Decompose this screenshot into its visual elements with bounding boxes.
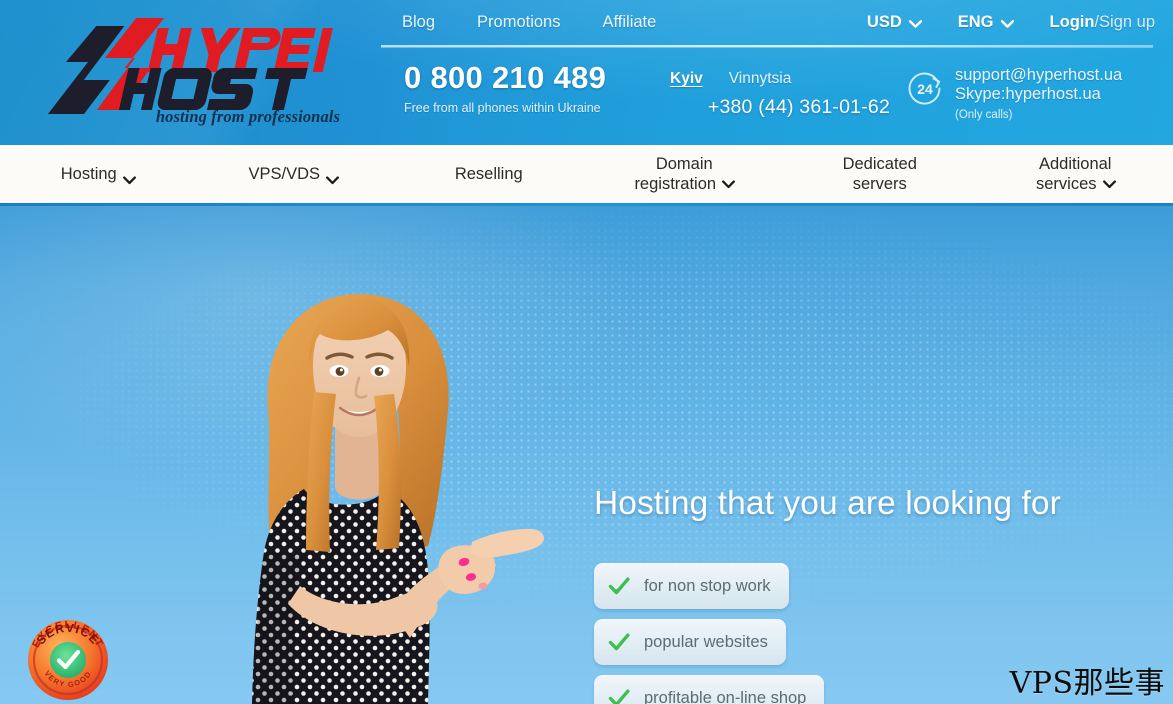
chevron-down-icon bbox=[908, 20, 922, 28]
feature-label: profitable on-line shop bbox=[644, 688, 807, 704]
client-manager-photo bbox=[252, 294, 544, 704]
top-link-affiliate[interactable]: Affiliate bbox=[602, 13, 656, 32]
nav-item-additional-services[interactable]: Additional services bbox=[978, 145, 1173, 203]
city-phone-block: Kyiv Vinnytsia +380 (44) 361-01-62 bbox=[670, 70, 890, 119]
nav-label-dedicated-line1: Dedicated bbox=[842, 154, 917, 173]
site-header: hosting from professionals Blog Promotio… bbox=[0, 0, 1173, 145]
nav-label-hosting: Hosting bbox=[60, 164, 117, 183]
check-icon bbox=[608, 687, 630, 704]
main-navigation: Hosting VPS/VDS Reselling Domain registr… bbox=[0, 145, 1173, 206]
check-icon bbox=[608, 631, 630, 653]
toll-free-note: Free from all phones within Ukraine bbox=[404, 100, 601, 115]
hero-section: Hosting that you are looking for for non… bbox=[0, 206, 1173, 704]
nav-label-vps-vds: VPS/VDS bbox=[248, 164, 321, 183]
world-map-dots-pattern bbox=[0, 206, 1173, 704]
header-divider bbox=[381, 45, 1153, 47]
city-tabs: Kyiv Vinnytsia bbox=[670, 70, 890, 88]
page-root: hosting from professionals Blog Promotio… bbox=[0, 0, 1173, 704]
feature-item: popular websites bbox=[594, 619, 786, 665]
excellent-service-badge: EXCELLENT SERVICE VERY GOOD bbox=[28, 619, 108, 700]
currency-label: USD bbox=[866, 13, 902, 31]
login-link[interactable]: Login bbox=[1050, 13, 1095, 31]
chevron-down-icon bbox=[722, 174, 736, 189]
feature-label: popular websites bbox=[644, 632, 768, 651]
nav-label-domain-line2: registration bbox=[634, 174, 736, 194]
site-logo[interactable]: hosting from professionals bbox=[42, 10, 342, 135]
header-top-links: Blog Promotions Affiliate bbox=[402, 13, 656, 32]
hero-glow bbox=[0, 206, 1173, 704]
nav-item-domain-registration[interactable]: Domain registration bbox=[587, 145, 783, 203]
hero-feature-list: for non stop work popular websites profi… bbox=[594, 563, 825, 704]
top-link-promotions[interactable]: Promotions bbox=[477, 13, 560, 32]
check-icon bbox=[608, 575, 630, 597]
city-tab-kyiv[interactable]: Kyiv bbox=[670, 70, 703, 88]
nav-item-dedicated-servers[interactable]: Dedicated servers bbox=[782, 145, 978, 203]
support-text: support@hyperhost.ua Skype:hyperhost.ua … bbox=[955, 66, 1122, 124]
nav-item-vps-vds[interactable]: VPS/VDS bbox=[196, 145, 392, 203]
logo-mark bbox=[47, 18, 333, 114]
24-hours-icon: 24 bbox=[906, 69, 944, 107]
nav-item-reselling[interactable]: Reselling bbox=[391, 145, 587, 203]
nav-label-reselling: Reselling bbox=[454, 164, 523, 183]
support-email[interactable]: support@hyperhost.ua bbox=[955, 66, 1122, 85]
language-selector[interactable]: ENG bbox=[957, 13, 1014, 32]
nav-label-additional-line1: Additional bbox=[1039, 154, 1112, 173]
toll-free-phone[interactable]: 0 800 210 489 Free from all phones withi… bbox=[404, 60, 654, 115]
feature-label: for non stop work bbox=[644, 576, 771, 595]
svg-text:24: 24 bbox=[917, 81, 933, 97]
nav-label-additional-line2: services bbox=[1036, 174, 1116, 194]
chevron-down-icon bbox=[122, 170, 136, 185]
currency-selector[interactable]: USD bbox=[866, 13, 922, 32]
signup-link[interactable]: Sign up bbox=[1099, 13, 1155, 31]
auth-links: Login/Sign up bbox=[1050, 13, 1155, 32]
chevron-down-icon bbox=[1000, 20, 1014, 28]
top-link-blog[interactable]: Blog bbox=[402, 13, 435, 32]
support-skype[interactable]: Skype:hyperhost.ua bbox=[955, 85, 1122, 104]
toll-free-number: 0 800 210 489 bbox=[404, 60, 607, 95]
watermark: VPS那些事 bbox=[1009, 666, 1165, 701]
nav-label-dedicated-line2: servers bbox=[852, 175, 907, 193]
language-label: ENG bbox=[957, 13, 994, 31]
nav-item-hosting[interactable]: Hosting bbox=[0, 145, 196, 203]
chevron-down-icon bbox=[1102, 174, 1116, 189]
feature-item: for non stop work bbox=[594, 563, 789, 609]
logo-tagline: hosting from professionals bbox=[155, 107, 340, 126]
chevron-down-icon bbox=[326, 170, 339, 185]
support-contacts: 24 support@hyperhost.ua Skype:hyperhost.… bbox=[906, 66, 1122, 124]
header-top-right: USD ENG Login/Sign up bbox=[867, 13, 1155, 32]
feature-item: profitable on-line shop bbox=[594, 675, 825, 704]
support-note: (Only calls) bbox=[955, 108, 1013, 121]
city-phone-number[interactable]: +380 (44) 361-01-62 bbox=[670, 96, 890, 119]
city-tab-vinnytsia[interactable]: Vinnytsia bbox=[729, 70, 792, 88]
hero-headline: Hosting that you are looking for bbox=[594, 485, 1061, 522]
nav-label-domain-line1: Domain bbox=[655, 154, 713, 173]
